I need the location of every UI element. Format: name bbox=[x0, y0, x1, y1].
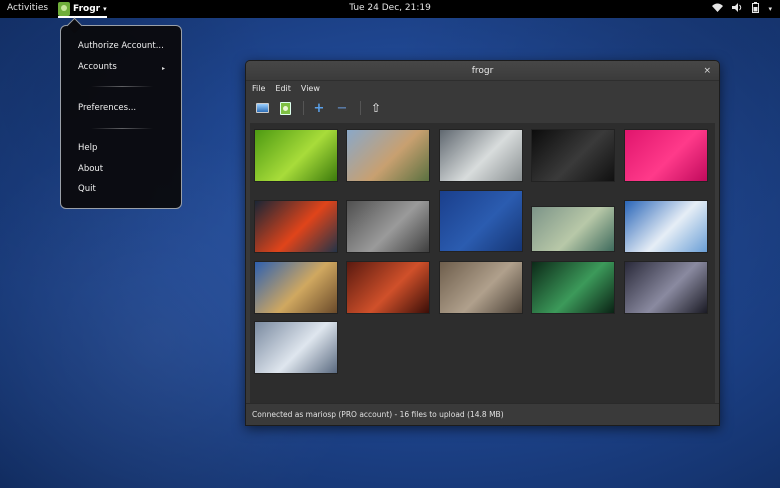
remove-button[interactable]: − bbox=[332, 98, 352, 118]
status-text: Connected as mariosp (PRO account) - 16 … bbox=[252, 410, 504, 419]
menu-item-about[interactable]: About bbox=[78, 164, 103, 174]
upload-to-flickr-button[interactable]: ⇧ bbox=[366, 98, 386, 118]
window-titlebar[interactable]: frogr × bbox=[246, 61, 719, 81]
chevron-right-icon: ▸ bbox=[161, 65, 165, 72]
menu-separator bbox=[91, 86, 153, 87]
menu-item-accounts[interactable]: Accounts bbox=[78, 62, 117, 72]
top-bar: Activities Frogr ▾ Tue 24 Dec, 21:19 ▾ bbox=[0, 0, 780, 18]
photo-thumbnail[interactable] bbox=[346, 261, 430, 314]
menu-file[interactable]: File bbox=[252, 84, 265, 93]
photo-thumbnail[interactable] bbox=[439, 261, 523, 314]
photo-thumbnail[interactable] bbox=[346, 200, 430, 253]
plus-icon: + bbox=[313, 100, 325, 116]
toolbar: + − ⇧ bbox=[246, 95, 719, 121]
chevron-down-icon[interactable]: ▾ bbox=[768, 5, 772, 13]
photo-thumbnail[interactable] bbox=[254, 261, 338, 314]
active-indicator bbox=[58, 16, 107, 18]
toolbar-separator bbox=[360, 101, 361, 115]
thumbnail-grid[interactable] bbox=[250, 123, 715, 403]
toolbar-separator bbox=[303, 101, 304, 115]
photo-thumbnail[interactable] bbox=[531, 129, 615, 182]
upload-icon bbox=[279, 101, 291, 115]
menu-view[interactable]: View bbox=[301, 84, 320, 93]
upload-button[interactable] bbox=[275, 98, 295, 118]
photo-thumbnail[interactable] bbox=[531, 206, 615, 252]
photo-thumbnail[interactable] bbox=[439, 190, 523, 252]
menu-item-preferences[interactable]: Preferences... bbox=[78, 103, 136, 113]
photo-thumbnail[interactable] bbox=[624, 200, 708, 253]
photo-thumbnail[interactable] bbox=[531, 261, 615, 314]
photo-thumbnail[interactable] bbox=[439, 129, 523, 182]
menu-item-authorize-account[interactable]: Authorize Account... bbox=[78, 41, 164, 51]
menu-separator bbox=[91, 128, 153, 129]
add-button[interactable]: + bbox=[309, 98, 329, 118]
photo-thumbnail[interactable] bbox=[254, 129, 338, 182]
frogr-window: frogr × File Edit View + − ⇧ Connected a… bbox=[245, 60, 720, 426]
menu-item-quit[interactable]: Quit bbox=[78, 184, 96, 194]
photo-icon bbox=[255, 103, 269, 113]
photo-thumbnail[interactable] bbox=[254, 321, 338, 374]
arrow-up-icon: ⇧ bbox=[370, 101, 382, 115]
battery-icon[interactable] bbox=[752, 2, 760, 16]
photo-thumbnail[interactable] bbox=[624, 261, 708, 314]
photo-thumbnail[interactable] bbox=[346, 129, 430, 182]
menu-item-help[interactable]: Help bbox=[78, 143, 97, 153]
add-pictures-button[interactable] bbox=[252, 98, 272, 118]
minus-icon: − bbox=[336, 100, 348, 116]
wifi-icon[interactable] bbox=[712, 3, 724, 15]
status-bar: Connected as mariosp (PRO account) - 16 … bbox=[246, 403, 719, 425]
photo-thumbnail[interactable] bbox=[624, 129, 708, 182]
close-icon[interactable]: × bbox=[703, 61, 711, 81]
menu-edit[interactable]: Edit bbox=[275, 84, 291, 93]
system-tray[interactable]: ▾ bbox=[712, 2, 772, 16]
menubar: File Edit View bbox=[246, 81, 719, 95]
clock[interactable]: Tue 24 Dec, 21:19 bbox=[0, 3, 780, 13]
app-menu-popup: Authorize Account... Accounts ▸ Preferen… bbox=[60, 25, 182, 209]
photo-thumbnail[interactable] bbox=[254, 200, 338, 253]
window-title: frogr bbox=[471, 66, 494, 76]
volume-icon[interactable] bbox=[732, 3, 743, 15]
